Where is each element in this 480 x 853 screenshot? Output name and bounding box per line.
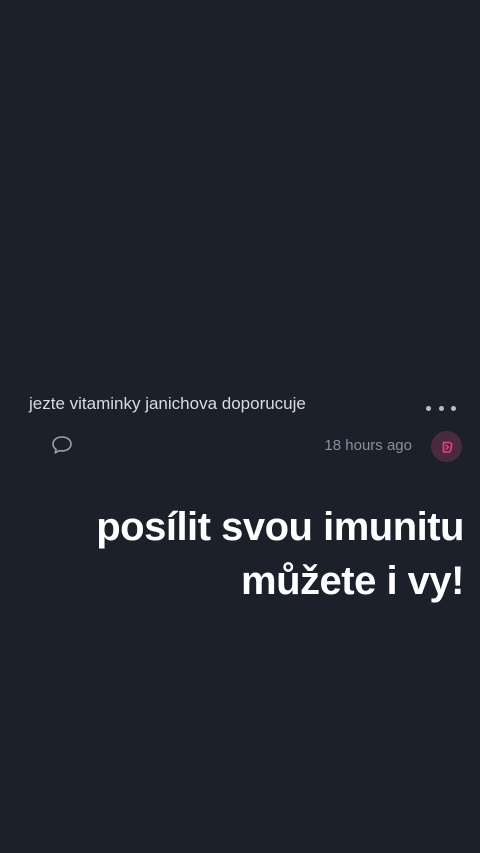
post-text: jezte vitaminky janichova doporucuje <box>29 394 306 413</box>
reaction-badge-icon <box>442 441 452 453</box>
comment-button[interactable] <box>50 434 74 456</box>
more-dots-icon <box>426 405 431 411</box>
more-options-button[interactable] <box>426 400 456 416</box>
caption-line-1: posílit svou imunitu <box>96 505 464 549</box>
story-caption: posílit svou imunitu můžete i vy! <box>24 500 464 608</box>
post-timestamp: 18 hours ago <box>324 437 412 454</box>
reaction-button[interactable] <box>431 431 462 462</box>
caption-line-2: můžete i vy! <box>241 559 464 603</box>
comment-bubble-icon <box>52 436 72 454</box>
